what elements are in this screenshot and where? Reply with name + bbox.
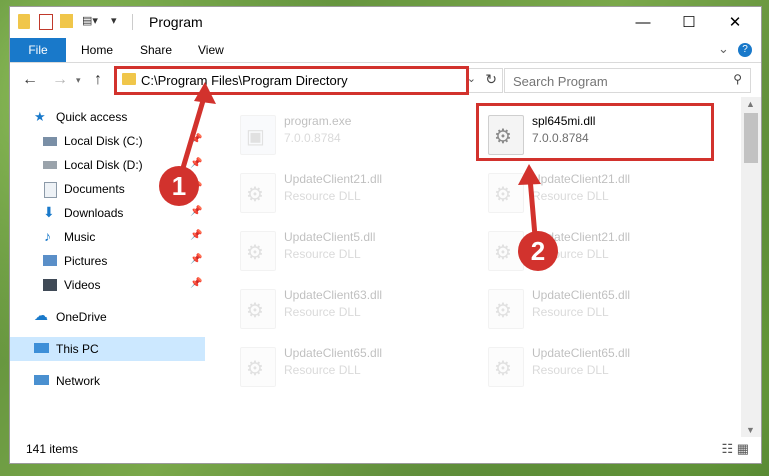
step-2-badge: 2 xyxy=(518,231,558,271)
arrow-1-shaft xyxy=(180,93,208,169)
arrow-2-head xyxy=(518,164,541,185)
annotation-arrows xyxy=(180,82,541,237)
arrow-1-head xyxy=(194,82,216,104)
step-1-badge: 1 xyxy=(159,166,199,206)
arrow-2-shaft xyxy=(527,177,538,237)
